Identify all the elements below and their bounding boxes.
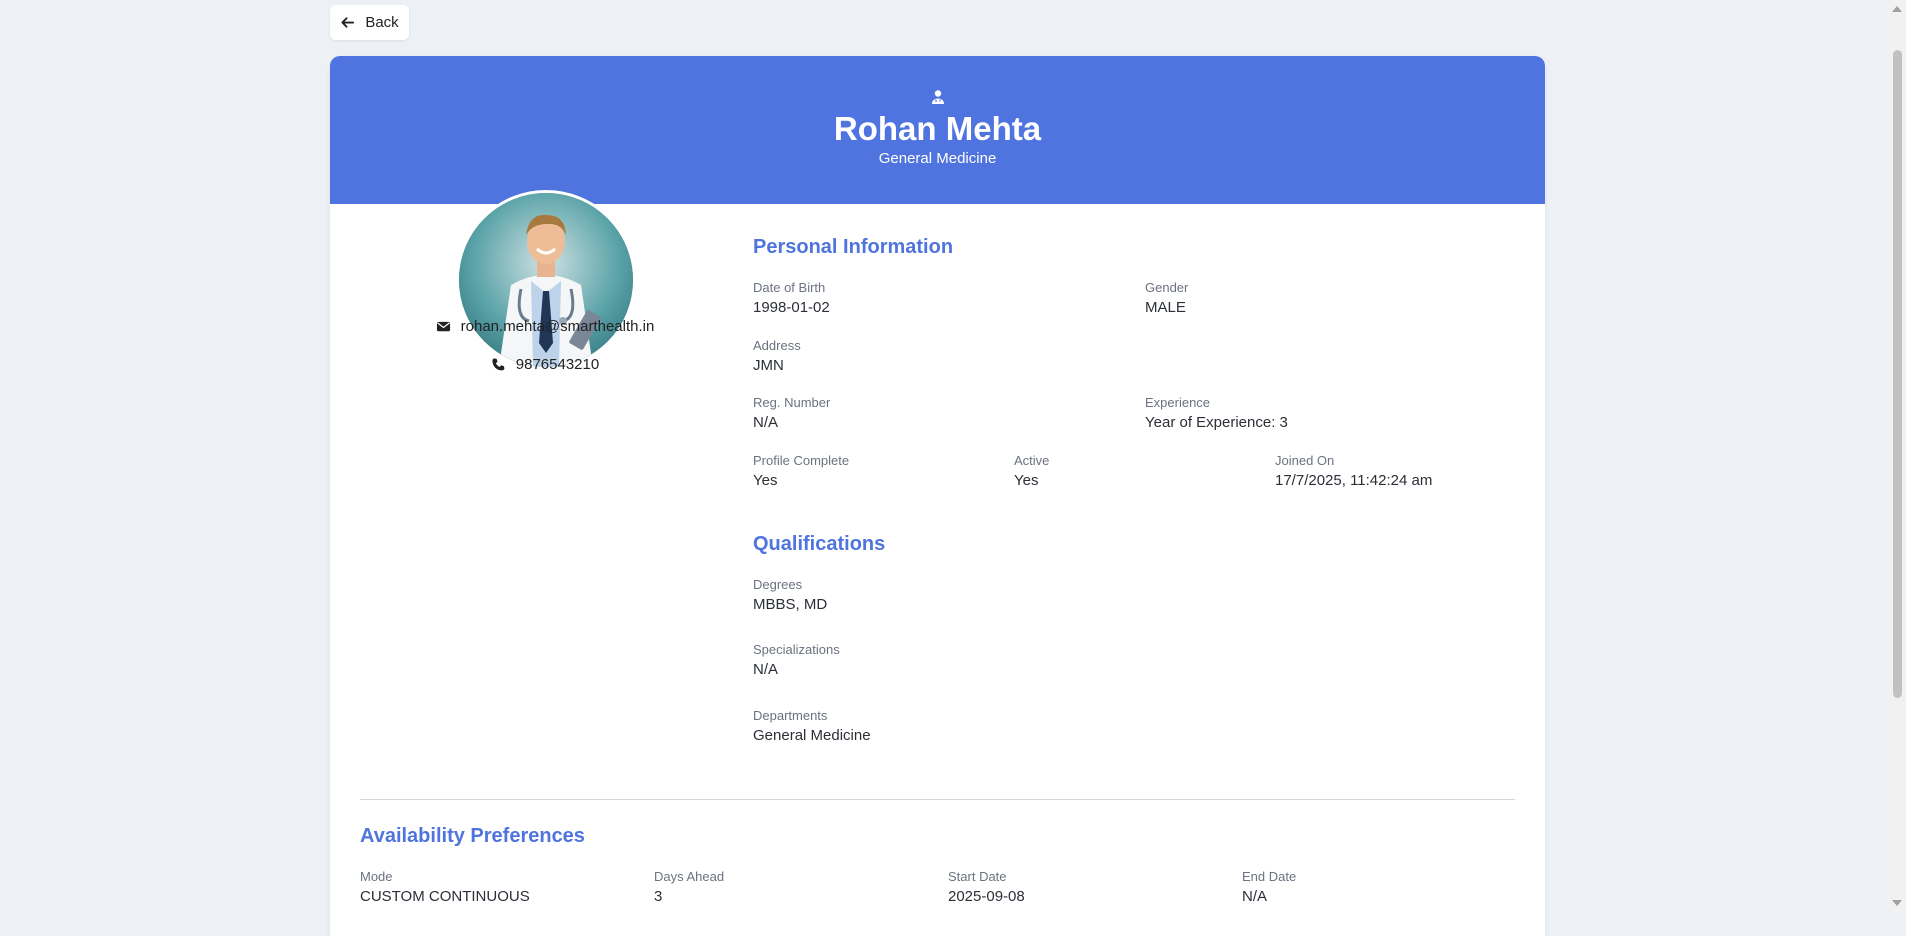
- gender-field: Gender MALE: [1145, 279, 1188, 317]
- end-date-value: N/A: [1242, 888, 1268, 905]
- start-date-label: Start Date: [948, 869, 1007, 884]
- qualifications-heading: Qualifications: [753, 533, 886, 555]
- mode-label: Mode: [360, 869, 393, 884]
- mode-field: Mode CUSTOM CONTINUOUS: [360, 868, 530, 906]
- availability-heading: Availability Preferences: [360, 825, 585, 847]
- degrees-field: Degrees MBBS, MD: [753, 576, 827, 614]
- departments-label: Departments: [753, 708, 828, 723]
- start-date-field: Start Date 2025-09-08: [948, 868, 1025, 906]
- doctor-specialty: General Medicine: [878, 150, 997, 167]
- phone-row: 9876543210: [330, 356, 760, 373]
- start-date-value: 2025-09-08: [948, 888, 1025, 905]
- active-label: Active: [1014, 453, 1050, 468]
- reg-number-label: Reg. Number: [753, 395, 831, 410]
- joined-on-label: Joined On: [1275, 453, 1335, 468]
- specializations-field: Specializations N/A: [753, 641, 840, 679]
- scrollbar-thumb[interactable]: [1893, 50, 1902, 698]
- departments-field: Departments General Medicine: [753, 707, 871, 745]
- gender-label: Gender: [1145, 280, 1189, 295]
- profile-complete-value: Yes: [753, 472, 778, 489]
- profile-banner: Rohan Mehta General Medicine: [330, 56, 1545, 204]
- specializations-value: N/A: [753, 661, 779, 678]
- degrees-label: Degrees: [753, 577, 803, 592]
- email-text[interactable]: rohan.mehta@smarthealth.in: [461, 318, 655, 335]
- phone-text[interactable]: 9876543210: [516, 356, 599, 373]
- phone-icon: [492, 358, 505, 371]
- departments-value: General Medicine: [753, 727, 871, 744]
- degrees-value: MBBS, MD: [753, 596, 828, 613]
- dob-field: Date of Birth 1998-01-02: [753, 279, 830, 317]
- arrow-left-icon: [341, 17, 355, 28]
- back-label: Back: [365, 14, 399, 31]
- scroll-down-arrow-icon[interactable]: [1892, 900, 1902, 906]
- address-field: Address JMN: [753, 337, 801, 375]
- days-ahead-value: 3: [654, 888, 663, 905]
- end-date-label: End Date: [1242, 869, 1297, 884]
- joined-on-value: 17/7/2025, 11:42:24 am: [1275, 472, 1433, 489]
- profile-complete-label: Profile Complete: [753, 453, 850, 468]
- avatar: [456, 190, 636, 370]
- address-value: JMN: [753, 357, 784, 374]
- experience-label: Experience: [1145, 395, 1211, 410]
- address-label: Address: [753, 338, 801, 353]
- envelope-icon: [436, 321, 450, 332]
- days-ahead-label: Days Ahead: [654, 869, 725, 884]
- reg-number-field: Reg. Number N/A: [753, 394, 830, 432]
- back-button[interactable]: Back: [330, 5, 409, 40]
- profile-complete-field: Profile Complete Yes: [753, 452, 849, 490]
- page-scrollbar[interactable]: [1888, 0, 1906, 912]
- days-ahead-field: Days Ahead 3: [654, 868, 724, 906]
- gender-value: MALE: [1145, 299, 1186, 316]
- experience-value: Year of Experience: 3: [1145, 414, 1288, 431]
- doctor-profile-card: Rohan Mehta General Medicine rohan.mehta…: [330, 56, 1545, 936]
- email-row: rohan.mehta@smarthealth.in: [330, 318, 760, 335]
- section-divider: [360, 799, 1515, 800]
- scroll-up-arrow-icon[interactable]: [1892, 6, 1902, 12]
- dob-label: Date of Birth: [753, 280, 826, 295]
- active-field: Active Yes: [1014, 452, 1049, 490]
- specializations-label: Specializations: [753, 642, 840, 657]
- doctor-name: Rohan Mehta: [833, 110, 1042, 147]
- active-value: Yes: [1014, 472, 1039, 489]
- mode-value: CUSTOM CONTINUOUS: [360, 888, 530, 905]
- experience-field: Experience Year of Experience: 3: [1145, 394, 1288, 432]
- personal-info-heading: Personal Information: [753, 236, 954, 258]
- end-date-field: End Date N/A: [1242, 868, 1296, 906]
- joined-on-field: Joined On 17/7/2025, 11:42:24 am: [1275, 452, 1432, 490]
- reg-number-value: N/A: [753, 414, 779, 431]
- dob-value: 1998-01-02: [753, 299, 830, 316]
- user-doctor-icon: [931, 90, 944, 104]
